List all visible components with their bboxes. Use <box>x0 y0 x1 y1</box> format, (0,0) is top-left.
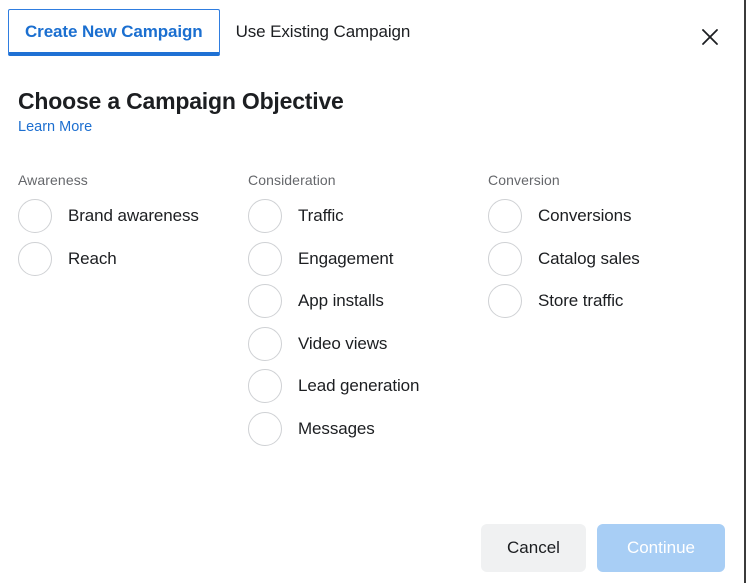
radio-icon[interactable] <box>488 284 522 318</box>
objective-option-app-installs[interactable]: App installs <box>248 280 488 323</box>
dialog-header: Create New Campaign Use Existing Campaig… <box>0 0 744 66</box>
campaign-mode-tabs: Create New Campaign Use Existing Campaig… <box>8 9 426 56</box>
campaign-objective-dialog: Create New Campaign Use Existing Campaig… <box>0 0 746 583</box>
objective-label: Reach <box>68 249 117 269</box>
objective-list-conversion: Conversions Catalog sales Store traffic <box>488 195 746 323</box>
radio-icon[interactable] <box>18 199 52 233</box>
radio-icon[interactable] <box>248 199 282 233</box>
learn-more-link[interactable]: Learn More <box>18 119 92 135</box>
radio-icon[interactable] <box>248 242 282 276</box>
close-button[interactable] <box>694 21 726 53</box>
title-block: Choose a Campaign Objective Learn More <box>0 66 744 136</box>
objective-label: Traffic <box>298 206 344 226</box>
radio-icon[interactable] <box>248 412 282 446</box>
objective-option-catalog-sales[interactable]: Catalog sales <box>488 238 746 281</box>
dialog-footer: Cancel Continue <box>481 524 725 572</box>
objective-label: Catalog sales <box>538 249 640 269</box>
objective-columns: Awareness Brand awareness Reach Consider… <box>0 172 746 450</box>
objective-label: Conversions <box>538 206 631 226</box>
objective-list-awareness: Brand awareness Reach <box>18 195 248 280</box>
tab-create-new-campaign[interactable]: Create New Campaign <box>8 9 220 56</box>
objective-column-awareness: Awareness Brand awareness Reach <box>0 172 248 450</box>
radio-icon[interactable] <box>488 242 522 276</box>
radio-icon[interactable] <box>18 242 52 276</box>
cancel-button[interactable]: Cancel <box>481 524 586 572</box>
objective-label: Video views <box>298 334 387 354</box>
objective-option-store-traffic[interactable]: Store traffic <box>488 280 746 323</box>
objective-list-consideration: Traffic Engagement App installs Video vi… <box>248 195 488 450</box>
objective-label: App installs <box>298 291 384 311</box>
objective-option-lead-generation[interactable]: Lead generation <box>248 365 488 408</box>
objective-option-reach[interactable]: Reach <box>18 238 248 281</box>
radio-icon[interactable] <box>488 199 522 233</box>
column-header-awareness: Awareness <box>18 172 248 188</box>
objective-option-traffic[interactable]: Traffic <box>248 195 488 238</box>
radio-icon[interactable] <box>248 327 282 361</box>
objective-label: Store traffic <box>538 291 623 311</box>
page-title: Choose a Campaign Objective <box>18 88 744 115</box>
radio-icon[interactable] <box>248 369 282 403</box>
column-header-consideration: Consideration <box>248 172 488 188</box>
tab-use-existing-campaign[interactable]: Use Existing Campaign <box>220 9 427 52</box>
objective-option-engagement[interactable]: Engagement <box>248 238 488 281</box>
objective-option-messages[interactable]: Messages <box>248 408 488 451</box>
close-icon <box>699 26 721 48</box>
objective-label: Messages <box>298 419 375 439</box>
objective-label: Engagement <box>298 249 393 269</box>
objective-option-video-views[interactable]: Video views <box>248 323 488 366</box>
objective-column-conversion: Conversion Conversions Catalog sales Sto… <box>488 172 746 450</box>
objective-option-brand-awareness[interactable]: Brand awareness <box>18 195 248 238</box>
radio-icon[interactable] <box>248 284 282 318</box>
objective-label: Lead generation <box>298 376 419 396</box>
objective-label: Brand awareness <box>68 206 199 226</box>
continue-button[interactable]: Continue <box>597 524 725 572</box>
objective-column-consideration: Consideration Traffic Engagement App ins… <box>248 172 488 450</box>
column-header-conversion: Conversion <box>488 172 746 188</box>
objective-option-conversions[interactable]: Conversions <box>488 195 746 238</box>
